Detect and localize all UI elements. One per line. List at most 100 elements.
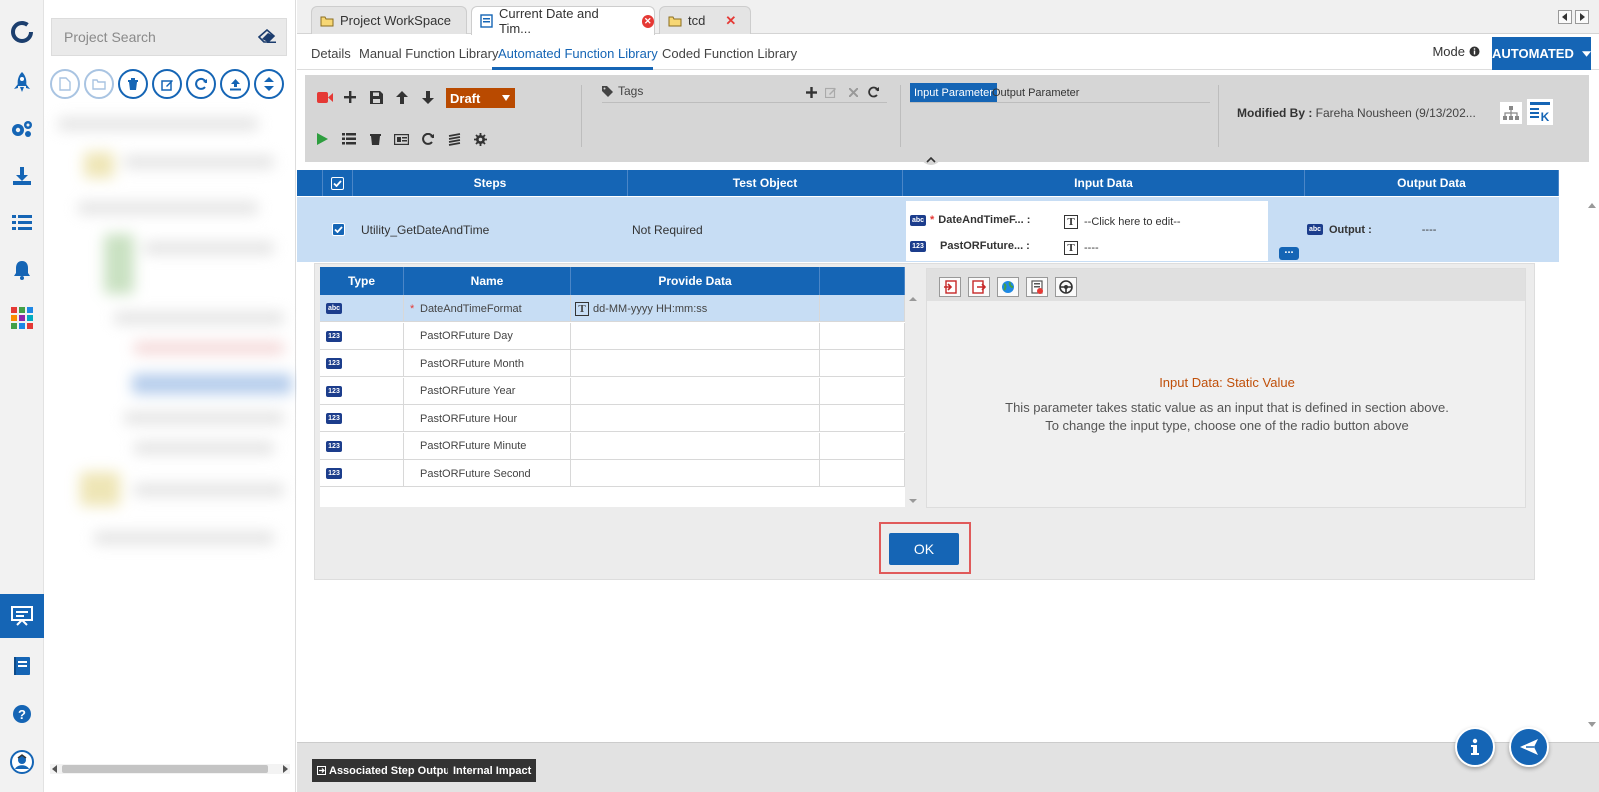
add-tag-icon[interactable] [802, 83, 820, 101]
gears-icon[interactable] [0, 107, 44, 151]
id-card-icon[interactable] [392, 130, 410, 148]
expand-collapse-button[interactable] [254, 69, 284, 99]
presentation-icon[interactable] [0, 594, 44, 638]
tab-coded-function-library[interactable]: Coded Function Library [662, 46, 797, 61]
database-icon[interactable] [1026, 277, 1048, 297]
rocket-icon[interactable] [0, 60, 44, 104]
info-fab-icon[interactable] [1455, 727, 1495, 767]
scroll-left-icon[interactable] [1558, 10, 1572, 24]
parameter-row[interactable]: 123 PastORFuture Minute [320, 432, 905, 460]
refresh-tags-icon[interactable] [865, 83, 883, 101]
provide-data-cell[interactable] [571, 350, 820, 377]
internal-impact-button[interactable]: Internal Impact [448, 759, 537, 782]
new-file-button[interactable] [50, 69, 80, 99]
input-param-1-value[interactable]: T --Click here to edit-- [1064, 215, 1181, 229]
trash-icon[interactable] [366, 130, 384, 148]
edit-tag-icon[interactable] [822, 83, 840, 101]
move-down-icon[interactable] [419, 88, 437, 106]
provide-data-cell[interactable] [571, 460, 820, 487]
refresh-button[interactable] [186, 69, 216, 99]
provide-data-cell[interactable]: Tdd-MM-yyyy HH:mm:ss [571, 295, 820, 322]
logo-icon[interactable] [0, 10, 44, 54]
info-icon[interactable] [1469, 46, 1480, 57]
close-tab-icon[interactable]: ✕ [641, 14, 654, 28]
output-data-cell[interactable]: abc Output : ---- [1307, 197, 1436, 262]
provide-data-cell[interactable] [571, 377, 820, 405]
project-search-input[interactable]: Project Search [51, 18, 287, 56]
param-name: PastORFuture Minute [420, 440, 527, 452]
run-icon[interactable] [313, 130, 331, 148]
user-avatar-icon[interactable] [0, 740, 44, 784]
record-icon[interactable] [316, 88, 334, 106]
step-name[interactable]: Utility_GetDateAndTime [361, 197, 489, 262]
static-text-icon: T [1064, 215, 1078, 229]
input-param-2-value[interactable]: T ---- [1064, 241, 1099, 255]
globe-icon[interactable] [997, 277, 1019, 297]
vertical-scrollbar[interactable] [907, 294, 919, 506]
close-tab-icon[interactable]: ✕ [725, 13, 736, 29]
bell-icon[interactable] [0, 248, 44, 292]
tab-manual-function-library[interactable]: Manual Function Library [359, 46, 498, 61]
refresh-icon[interactable] [419, 130, 437, 148]
provide-data-cell[interactable] [571, 432, 820, 460]
parameter-row[interactable]: 123 PastORFuture Second [320, 460, 905, 487]
airplane-fab-icon[interactable] [1509, 727, 1549, 767]
parameter-row[interactable]: 123 PastORFuture Hour [320, 405, 905, 432]
tab-automated-function-library[interactable]: Automated Function Library [498, 46, 658, 61]
remove-tag-icon[interactable] [844, 83, 862, 101]
tab-project-workspace[interactable]: Project WorkSpace [311, 6, 467, 34]
save-icon[interactable] [367, 88, 385, 106]
parameter-row[interactable]: 123 PastORFuture Day [320, 322, 905, 350]
scroll-right-icon[interactable] [1575, 10, 1589, 24]
download-icon[interactable] [0, 154, 44, 198]
steering-wheel-icon[interactable] [1055, 277, 1077, 297]
column-input-data[interactable]: Input Data [903, 170, 1305, 196]
tab-details[interactable]: Details [311, 46, 351, 61]
delete-button[interactable] [118, 69, 148, 99]
tab-output-parameter[interactable]: Output Parameter [988, 83, 1083, 102]
select-all-checkbox[interactable] [323, 170, 353, 196]
export-icon[interactable] [968, 277, 990, 297]
horizontal-scrollbar[interactable] [50, 764, 290, 774]
edit-button[interactable] [152, 69, 182, 99]
add-icon[interactable] [341, 88, 359, 106]
column-test-object[interactable]: Test Object [628, 170, 903, 196]
provide-data-cell[interactable] [571, 405, 820, 432]
parameter-row[interactable]: 123 PastORFuture Year [320, 377, 905, 405]
eraser-icon[interactable] [258, 29, 276, 43]
collapse-toolbar-icon[interactable] [920, 154, 942, 165]
column-output-data[interactable]: Output Data [1305, 170, 1559, 196]
parameter-row[interactable]: abc * DateAndTimeFormat Tdd-MM-yyyy HH:mm:s… [320, 295, 905, 322]
list-view-icon[interactable] [340, 130, 358, 148]
tab-label: Current Date and Tim... [499, 6, 599, 36]
help-icon[interactable]: ? [0, 692, 44, 736]
tab-tcd[interactable]: tcd ✕ [659, 6, 751, 34]
ok-button[interactable]: OK [889, 533, 959, 565]
row-checkbox[interactable] [332, 197, 345, 262]
apps-grid-icon[interactable] [0, 296, 44, 340]
upload-button[interactable] [220, 69, 250, 99]
main-vertical-scrollbar[interactable] [1587, 200, 1597, 730]
required-mark: * [410, 302, 415, 315]
settings-icon[interactable] [471, 130, 489, 148]
provide-data-cell[interactable] [571, 322, 820, 350]
import-icon[interactable] [939, 277, 961, 297]
list-icon[interactable] [0, 201, 44, 245]
associated-step-output-button[interactable]: Associated Step Output [312, 759, 459, 782]
more-options-button[interactable]: ... [1279, 245, 1299, 260]
book-icon[interactable] [0, 644, 44, 688]
status-select[interactable]: Draft [446, 88, 515, 108]
tab-current-date-and-time[interactable]: Current Date and Tim... ✕ [471, 6, 655, 36]
tab-input-parameter[interactable]: Input Parameter [910, 83, 997, 102]
input-data-cell[interactable]: abc * DateAndTimeF... : T --Click here t… [906, 201, 1268, 261]
parameter-row[interactable]: 123 PastORFuture Month [320, 350, 905, 377]
layers-icon[interactable] [445, 130, 463, 148]
column-steps[interactable]: Steps [353, 170, 628, 196]
hierarchy-icon[interactable] [1500, 102, 1522, 124]
open-folder-button[interactable] [84, 69, 114, 99]
table-row[interactable]: Utility_GetDateAndTime Not Required abc … [297, 197, 1559, 262]
mode-dropdown[interactable]: AUTOMATED [1492, 37, 1591, 70]
test-object-value[interactable]: Not Required [632, 197, 703, 262]
knowledge-icon[interactable]: K [1527, 99, 1553, 125]
move-up-icon[interactable] [393, 88, 411, 106]
